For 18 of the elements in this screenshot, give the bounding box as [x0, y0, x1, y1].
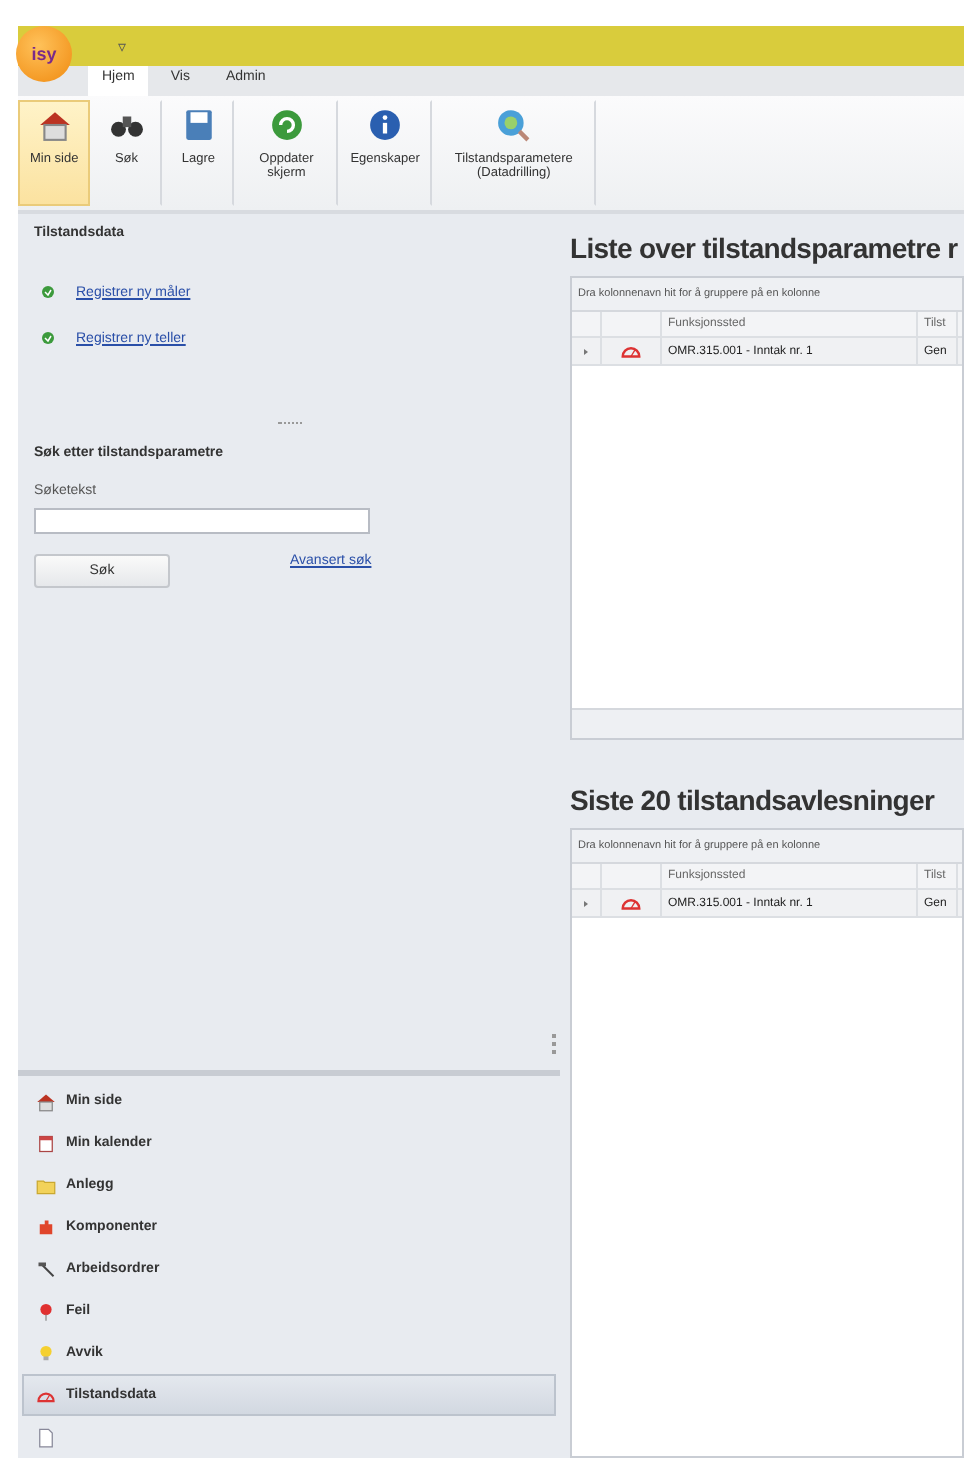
app-logo[interactable]: isy: [16, 26, 72, 82]
quick-access-menu[interactable]: ▿: [118, 37, 126, 55]
document-icon: [36, 1427, 56, 1447]
pin-icon: [36, 1301, 56, 1321]
section-title: Siste 20 tilstandsavlesninger: [570, 784, 937, 816]
bulb-icon: [36, 1343, 56, 1363]
arrow-circle-icon: [40, 284, 56, 300]
folder-icon: [36, 1175, 56, 1195]
search-field[interactable]: [34, 508, 370, 534]
info-icon: [368, 108, 403, 142]
house-icon: [37, 108, 72, 142]
puzzle-icon: [36, 1217, 56, 1237]
section-title: Liste over tilstandsparametre r: [570, 232, 960, 264]
house-icon: [36, 1091, 56, 1111]
refresh-icon: [269, 108, 304, 142]
calendar-icon: [36, 1133, 56, 1153]
hammer-icon: [36, 1259, 56, 1279]
arrow-circle-icon: [40, 330, 56, 346]
